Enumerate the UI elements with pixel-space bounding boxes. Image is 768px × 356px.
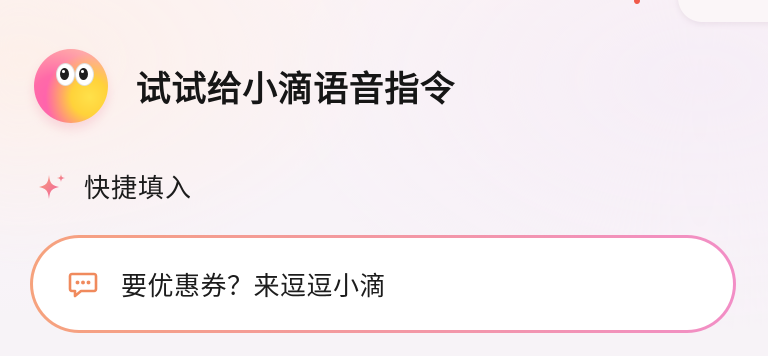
suggestion-text: 要优惠券？来逗逗小滴 [121,271,387,302]
chat-bubble-icon [68,272,98,298]
sparkle-icon [39,173,65,199]
quick-fill-section: 快捷填入 [36,168,192,205]
mascot-avatar-icon [34,49,108,123]
top-right-card[interactable] [678,0,768,22]
page-title: 试试给小滴语音指令 [136,69,456,110]
voice-command-header: 试试给小滴语音指令 [34,46,456,126]
suggestion-chip[interactable]: 要优惠券？来逗逗小滴 [30,235,736,333]
quick-fill-label: 快捷填入 [84,174,193,204]
mascot-eye-right [75,63,94,86]
notification-dot [634,0,640,4]
mascot-eye-left [56,63,75,86]
